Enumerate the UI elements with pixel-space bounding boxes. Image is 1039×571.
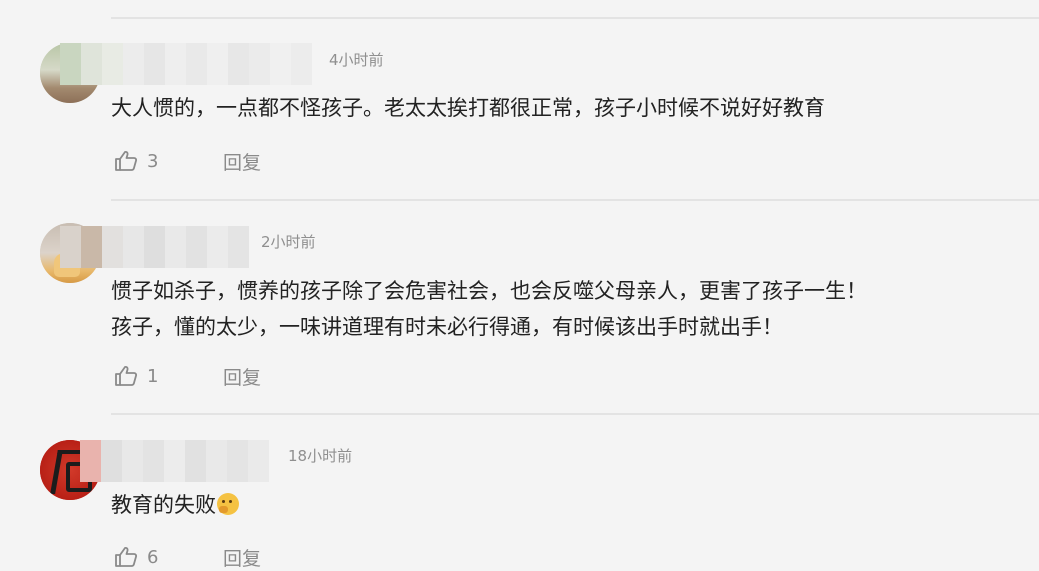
- username-blurred[interactable]: [80, 440, 269, 482]
- comment-divider: [111, 199, 1039, 201]
- comment-line: 大人惯的，一点都不怪孩子。老太太挨打都很正常，孩子小时候不说好好教育: [111, 96, 825, 120]
- comment-divider: [111, 413, 1039, 415]
- comment-actions: 1 回复: [114, 363, 261, 389]
- like-count: 6: [147, 546, 159, 568]
- username-blurred[interactable]: [60, 43, 312, 85]
- reply-button[interactable]: 回复: [223, 544, 261, 571]
- like-count: 1: [147, 365, 159, 387]
- comment-line: 教育的失败: [111, 487, 239, 523]
- comment-time: 4小时前: [329, 51, 384, 69]
- reply-button[interactable]: 回复: [223, 363, 261, 390]
- like-button[interactable]: 6: [114, 546, 167, 568]
- reply-button[interactable]: 回复: [223, 148, 261, 175]
- comment-actions: 6 回复: [114, 544, 261, 570]
- comment-text: 大人惯的，一点都不怪孩子。老太太挨打都很正常，孩子小时候不说好好教育: [111, 90, 825, 126]
- comment-actions: 3 回复: [114, 148, 261, 174]
- comment-time: 18小时前: [288, 447, 353, 465]
- like-button[interactable]: 3: [114, 150, 167, 172]
- thinking-face-icon: [217, 493, 239, 515]
- comment-line: 孩子，懂的太少，一味讲道理有时未必行得通，有时候该出手时就出手！: [111, 315, 783, 339]
- username-blurred[interactable]: [60, 226, 249, 268]
- thumbs-up-icon: [115, 366, 138, 386]
- thumbs-up-icon: [115, 547, 138, 567]
- comment-text: 惯子如杀子，惯养的孩子除了会危害社会，也会反噬父母亲人，更害了孩子一生！ 孩子，…: [111, 273, 867, 345]
- top-divider: [111, 17, 1039, 19]
- comment-text: 教育的失败: [111, 487, 239, 523]
- comment-line-text: 教育的失败: [111, 493, 216, 517]
- comment-line: 惯子如杀子，惯养的孩子除了会危害社会，也会反噬父母亲人，更害了孩子一生！: [111, 279, 867, 303]
- thumbs-up-icon: [115, 151, 138, 171]
- like-button[interactable]: 1: [114, 365, 167, 387]
- comment-time: 2小时前: [261, 233, 316, 251]
- like-count: 3: [147, 150, 159, 172]
